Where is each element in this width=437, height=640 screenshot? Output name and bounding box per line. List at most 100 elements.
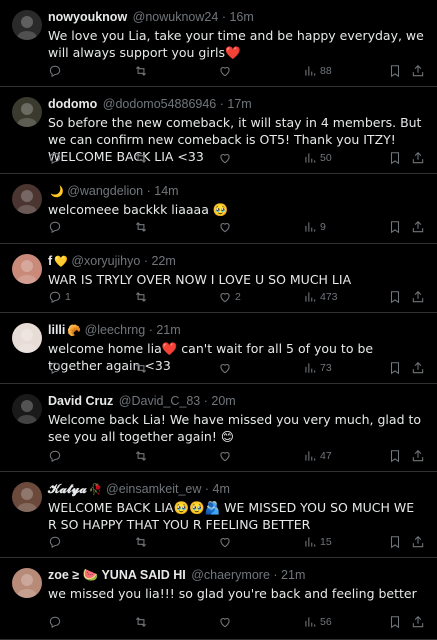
share-button[interactable] — [411, 63, 425, 79]
reply-button[interactable]: 1 — [48, 289, 71, 305]
bookmark-button[interactable] — [388, 63, 402, 79]
like-button[interactable] — [218, 63, 235, 79]
user-handle[interactable]: @chaerymore — [191, 568, 270, 582]
user-handle[interactable]: @einsamkeit_ew — [106, 482, 201, 496]
bookmark-icon — [388, 535, 402, 549]
avatar[interactable] — [12, 394, 42, 424]
views-count: 50 — [320, 152, 332, 164]
reply-button[interactable] — [48, 150, 65, 166]
avatar[interactable] — [12, 482, 42, 512]
tweet[interactable]: lilli 🥐 @leechrng · 21m welcome home lia❤… — [0, 313, 437, 384]
tweet[interactable]: David Cruz @David_C_83 · 20m Welcome bac… — [0, 384, 437, 472]
bookmark-button[interactable] — [388, 150, 402, 166]
retweet-button[interactable] — [134, 150, 151, 166]
avatar[interactable] — [12, 184, 42, 214]
tweet[interactable]: dodomo @dodomo54886946 · 17m So before t… — [0, 87, 437, 174]
tweet[interactable]: 𝓚𝓪𝓽𝔂𝓪 🥀 @einsamkeit_ew · 4m WELCOME BACK … — [0, 472, 437, 558]
views-icon — [303, 361, 317, 375]
tweet[interactable]: nowyouknow @nowuknow24 · 16m We love you… — [0, 0, 437, 87]
retweet-button[interactable] — [134, 63, 151, 79]
avatar[interactable] — [12, 254, 42, 284]
avatar[interactable] — [12, 97, 42, 127]
retweet-icon — [134, 151, 148, 165]
views-button[interactable]: 47 — [303, 448, 332, 464]
reply-button[interactable] — [48, 614, 65, 630]
bookmark-button[interactable] — [388, 219, 402, 235]
timestamp[interactable]: 14m — [154, 184, 178, 198]
timestamp[interactable]: 21m — [156, 323, 180, 337]
tweet[interactable]: 🌙 @wangdelion · 14m welcomeee backkk lia… — [0, 174, 437, 244]
views-button[interactable]: 473 — [303, 289, 338, 305]
user-handle[interactable]: @wangdelion — [67, 184, 143, 198]
user-handle[interactable]: @leechrng — [85, 323, 146, 337]
display-name[interactable]: dodomo — [48, 97, 97, 111]
retweet-button[interactable] — [134, 219, 151, 235]
like-button[interactable] — [218, 448, 235, 464]
like-button[interactable] — [218, 150, 235, 166]
display-name[interactable]: David Cruz — [48, 394, 113, 408]
retweet-icon — [134, 615, 148, 629]
views-button[interactable]: 56 — [303, 614, 332, 630]
tweet[interactable]: zoe ≥ 🍉 YUNA SAID HI @chaerymore · 21m w… — [0, 558, 437, 640]
like-button[interactable] — [218, 614, 235, 630]
share-icon — [411, 220, 425, 234]
bookmark-button[interactable] — [388, 360, 402, 376]
share-icon — [411, 449, 425, 463]
bookmark-button[interactable] — [388, 614, 402, 630]
retweet-button[interactable] — [134, 289, 151, 305]
display-name[interactable]: zoe ≥ 🍉 YUNA SAID HI — [48, 568, 186, 582]
display-name[interactable]: lilli — [48, 323, 65, 337]
bookmark-button[interactable] — [388, 534, 402, 550]
share-button[interactable] — [411, 360, 425, 376]
views-button[interactable]: 73 — [303, 360, 332, 376]
share-button[interactable] — [411, 289, 425, 305]
reply-button[interactable] — [48, 63, 65, 79]
user-handle[interactable]: @nowuknow24 — [133, 10, 219, 24]
timestamp[interactable]: 17m — [227, 97, 251, 111]
share-icon — [411, 535, 425, 549]
retweet-button[interactable] — [134, 534, 151, 550]
like-button[interactable]: 2 — [218, 289, 241, 305]
reply-button[interactable] — [48, 219, 65, 235]
reply-button[interactable] — [48, 360, 65, 376]
reply-button[interactable] — [48, 448, 65, 464]
bookmark-icon — [388, 151, 402, 165]
avatar[interactable] — [12, 568, 42, 598]
share-button[interactable] — [411, 614, 425, 630]
user-handle[interactable]: @xoryujihyo — [71, 254, 140, 268]
reply-button[interactable] — [48, 534, 65, 550]
display-name[interactable]: nowyouknow — [48, 10, 127, 24]
timestamp[interactable]: 20m — [211, 394, 235, 408]
views-button[interactable]: 88 — [303, 63, 332, 79]
retweet-button[interactable] — [134, 360, 151, 376]
bookmark-button[interactable] — [388, 448, 402, 464]
views-button[interactable]: 15 — [303, 534, 332, 550]
timestamp[interactable]: 21m — [281, 568, 305, 582]
timestamp[interactable]: 22m — [151, 254, 175, 268]
user-handle[interactable]: @dodomo54886946 — [103, 97, 216, 111]
tweet[interactable]: f 💛 @xoryujihyo · 22m WAR IS TRYLY OVER N… — [0, 244, 437, 313]
display-name[interactable]: f — [48, 254, 52, 268]
views-button[interactable]: 50 — [303, 150, 332, 166]
tweet-actions: 56 — [48, 614, 427, 630]
avatar[interactable] — [12, 323, 42, 353]
like-button[interactable] — [218, 360, 235, 376]
retweet-button[interactable] — [134, 614, 151, 630]
views-button[interactable]: 9 — [303, 219, 326, 235]
user-handle[interactable]: @David_C_83 — [119, 394, 200, 408]
share-button[interactable] — [411, 448, 425, 464]
display-name[interactable]: 𝓚𝓪𝓽𝔂𝓪 — [48, 482, 87, 496]
timestamp[interactable]: 4m — [213, 482, 230, 496]
share-button[interactable] — [411, 219, 425, 235]
tweet-actions: 73 — [48, 360, 427, 376]
views-icon — [303, 220, 317, 234]
like-button[interactable] — [218, 534, 235, 550]
like-button[interactable] — [218, 219, 235, 235]
bookmark-button[interactable] — [388, 289, 402, 305]
share-button[interactable] — [411, 150, 425, 166]
tweet-actions: 47 — [48, 448, 427, 464]
avatar[interactable] — [12, 10, 42, 40]
retweet-button[interactable] — [134, 448, 151, 464]
share-button[interactable] — [411, 534, 425, 550]
timestamp[interactable]: 16m — [229, 10, 253, 24]
